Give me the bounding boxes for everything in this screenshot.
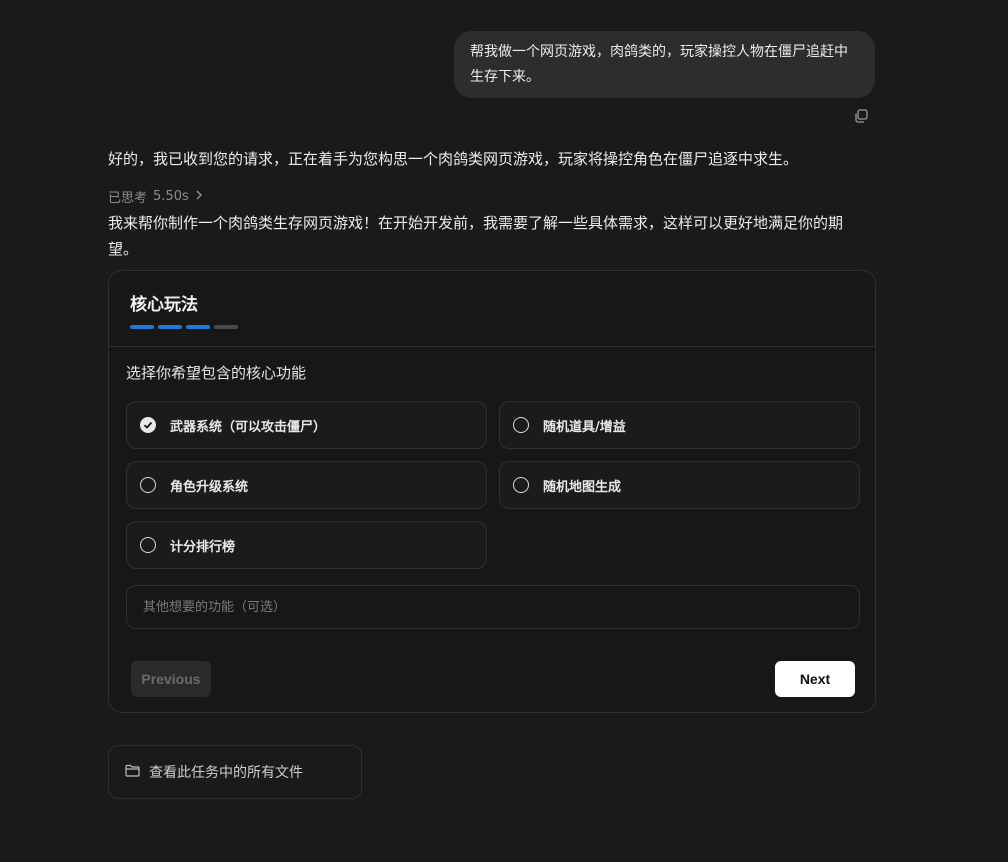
option-leaderboard[interactable]: 计分排行榜 <box>126 521 487 569</box>
folder-icon <box>125 764 140 781</box>
view-all-files-button[interactable]: 查看此任务中的所有文件 <box>108 745 362 799</box>
option-weapon-system[interactable]: 武器系统（可以攻击僵尸） <box>126 401 487 449</box>
option-random-items[interactable]: 随机道具/增益 <box>499 401 860 449</box>
user-message-bubble: 帮我做一个网页游戏，肉鸽类的，玩家操控人物在僵尸追赶中生存下来。 <box>454 31 875 98</box>
card-header: 核心玩法 <box>109 271 875 347</box>
card-title: 核心玩法 <box>130 295 198 315</box>
next-button[interactable]: Next <box>775 661 855 697</box>
user-message-text: 帮我做一个网页游戏，肉鸽类的，玩家操控人物在僵尸追赶中生存下来。 <box>470 44 848 85</box>
step-indicator <box>158 325 182 329</box>
option-label: 随机地图生成 <box>543 479 622 495</box>
thought-time: 5.50s <box>153 189 189 204</box>
previous-button[interactable]: Previous <box>131 661 211 697</box>
step-indicator <box>214 325 238 329</box>
thought-label: 已思考 <box>108 191 148 206</box>
option-random-map[interactable]: 随机地图生成 <box>499 461 860 509</box>
assistant-reply-2: 我来帮你制作一个肉鸽类生存网页游戏！在开始开发前，我需要了解一些具体需求，这样可… <box>108 214 844 258</box>
step-indicator <box>186 325 210 329</box>
radio-icon <box>140 477 156 493</box>
view-all-files-label: 查看此任务中的所有文件 <box>149 765 303 781</box>
assistant-reply-1: 好的，我已收到您的请求，正在着手为您构思一个肉鸽类网页游戏，玩家将操控角色在僵尸… <box>108 150 799 168</box>
step-indicator <box>130 325 154 329</box>
option-level-up[interactable]: 角色升级系统 <box>126 461 487 509</box>
radio-icon <box>513 417 529 433</box>
option-label: 随机道具/增益 <box>543 419 626 435</box>
option-label: 计分排行榜 <box>170 539 236 555</box>
question-card: 核心玩法 选择你希望包含的核心功能 武器系统（可以攻击僵尸） 随机道具/增益 角… <box>108 270 876 713</box>
copy-icon[interactable] <box>853 108 869 124</box>
checked-radio-icon <box>140 417 156 433</box>
thought-toggle[interactable]: 已思考 5.50s <box>108 187 203 206</box>
step-progress <box>130 325 238 329</box>
option-label: 角色升级系统 <box>170 479 249 495</box>
radio-icon <box>140 537 156 553</box>
question-text: 选择你希望包含的核心功能 <box>126 364 307 382</box>
radio-icon <box>513 477 529 493</box>
option-label: 武器系统（可以攻击僵尸） <box>170 419 327 435</box>
other-features-input[interactable] <box>126 585 860 629</box>
chevron-right-icon <box>195 189 203 204</box>
